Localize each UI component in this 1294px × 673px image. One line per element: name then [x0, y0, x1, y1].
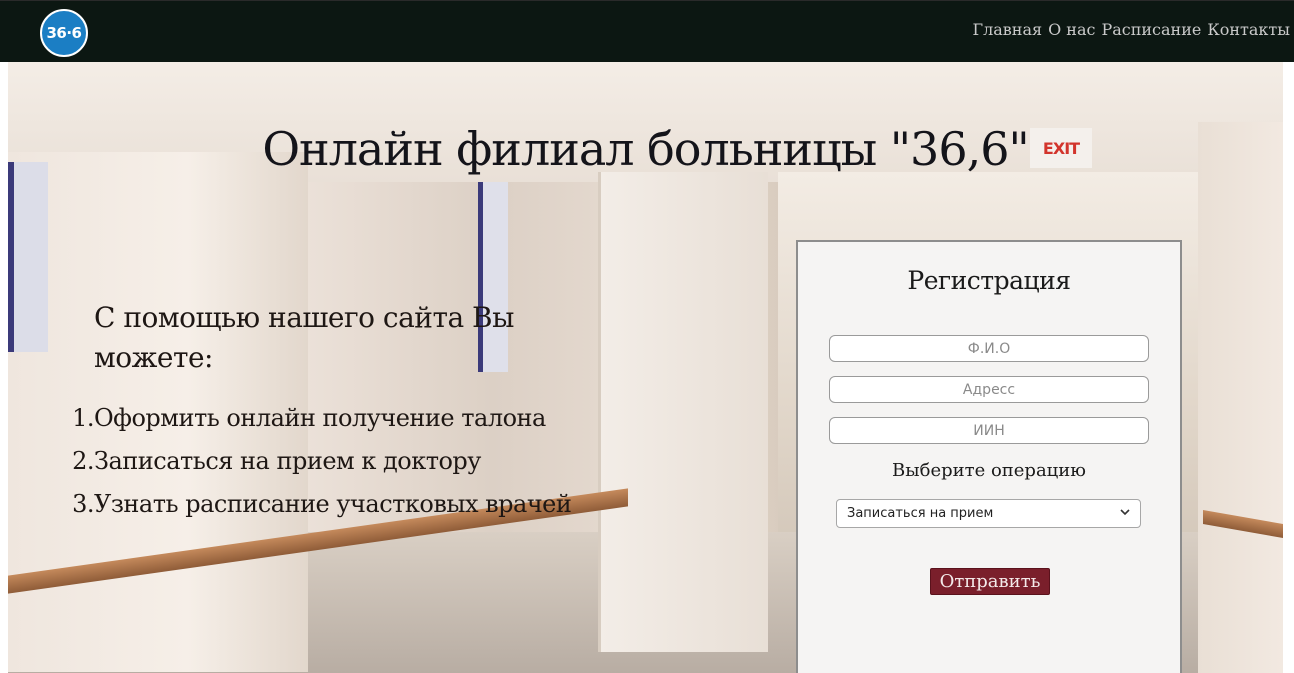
registration-form: Регистрация Выберите операцию Записаться… [796, 240, 1182, 673]
intro-text: С помощью нашего сайта Вы можете: [94, 301, 514, 374]
registration-title: Регистрация [907, 266, 1071, 295]
background-door-right [1198, 122, 1283, 673]
list-item: 1. Оформить онлайн получение талона [72, 404, 546, 432]
page-title: Онлайн филиал больницы "36,6" [262, 122, 1029, 176]
operation-label: Выберите операцию [892, 460, 1086, 481]
operation-select[interactable]: Записаться на прием [836, 499, 1141, 528]
chevron-down-icon [1120, 509, 1130, 516]
operation-select-value: Записаться на прием [847, 506, 994, 521]
nav-link-schedule[interactable]: Расписание [1101, 20, 1201, 39]
nav-link-contacts[interactable]: Контакты [1207, 20, 1290, 39]
list-item: 2. Записаться на прием к доктору [72, 447, 481, 475]
features-list: 1. Оформить онлайн получение талона 2. Зап… [66, 404, 626, 533]
top-navbar: 36·6 Главная О нас Расписание Контакты [0, 0, 1294, 62]
background-wall-sign [8, 162, 48, 352]
page-edge [1283, 62, 1294, 673]
submit-button[interactable]: Отправить [930, 568, 1050, 595]
nav-link-home[interactable]: Главная [972, 20, 1042, 39]
main-nav: Главная О нас Расписание Контакты [972, 20, 1290, 39]
full-name-input[interactable] [829, 335, 1149, 362]
nav-link-about[interactable]: О нас [1048, 20, 1095, 39]
iin-input[interactable] [829, 417, 1149, 444]
logo[interactable]: 36·6 [40, 9, 88, 57]
address-input[interactable] [829, 376, 1149, 403]
list-item: 3. Узнать расписание участковых врачей [72, 490, 572, 518]
